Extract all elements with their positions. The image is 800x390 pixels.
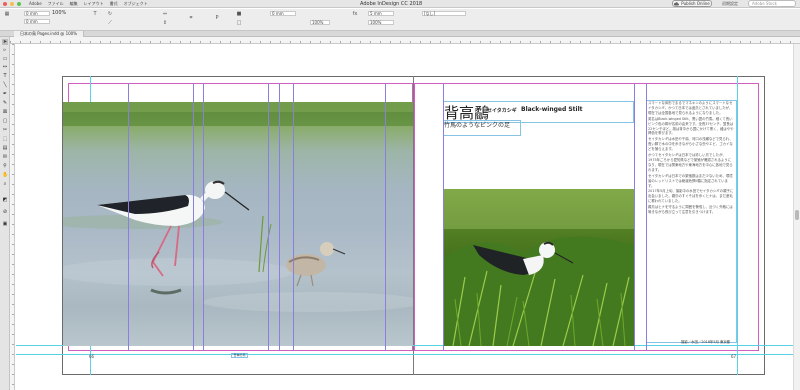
zoom-tool-icon[interactable]: ⌕ bbox=[2, 181, 8, 187]
horizontal-ruler[interactable] bbox=[10, 37, 800, 44]
stilt-in-grass-image bbox=[443, 189, 635, 346]
view-mode-icon[interactable]: ▣ bbox=[2, 221, 8, 227]
vertical-scrollbar[interactable] bbox=[793, 44, 800, 390]
column-guide bbox=[646, 83, 647, 351]
vertical-ruler[interactable] bbox=[10, 44, 15, 390]
eyedropper-tool-icon[interactable]: ⚲ bbox=[2, 163, 8, 169]
menu-item[interactable]: Adobe bbox=[29, 1, 42, 7]
zoom-window-icon[interactable] bbox=[17, 1, 21, 6]
rotate-icon[interactable]: ↻ bbox=[107, 11, 113, 17]
page-tool-icon[interactable]: ▭ bbox=[2, 56, 8, 62]
reference-point-icon[interactable]: ▦ bbox=[4, 11, 10, 17]
column-guide bbox=[193, 83, 194, 351]
width-field[interactable]: 5 mm bbox=[368, 11, 394, 16]
scroll-thumb[interactable] bbox=[795, 210, 799, 220]
menu-item[interactable]: 編集 bbox=[70, 1, 78, 7]
body-paragraph: 親鳥はヒナを守るように周囲を警戒し、近づく外敵には鳴きながら飛び立って注意を引き… bbox=[648, 205, 733, 215]
body-paragraph: セイタカシギは水田や干潟、河口の浅瀬などで見られ、長い脚で水の中を歩きながら小さ… bbox=[648, 137, 733, 152]
column-guide bbox=[443, 83, 444, 351]
effects-icon[interactable]: fx bbox=[352, 11, 358, 17]
running-footer: 日本の鳥 bbox=[231, 353, 248, 358]
body-paragraph: 英名はBlack-winged Stilt、黒い翼の竹馬。細くて長いピンク色の脚… bbox=[648, 116, 734, 136]
rectangle-tool-icon[interactable]: ▢ bbox=[2, 118, 8, 124]
menu-bar: Adobe ファイル 編集 レイアウト 書式 オブジェクト Adobe InDe… bbox=[0, 0, 800, 8]
fill-stroke-icon[interactable]: ◩ bbox=[2, 197, 8, 203]
hand-tool-icon[interactable]: ✋ bbox=[2, 172, 8, 178]
stroke-swatch-icon[interactable]: □ bbox=[236, 20, 242, 26]
photo-credit: 撮影／水田／2018年5月 東京都 bbox=[681, 340, 731, 344]
text-frame-icon[interactable]: T bbox=[92, 11, 98, 17]
article-title-english: Black-winged Stilt bbox=[521, 106, 583, 113]
opacity-field[interactable]: 100% bbox=[310, 20, 330, 25]
selection-tool-icon[interactable]: ➤ bbox=[2, 39, 8, 45]
column-guide bbox=[203, 83, 204, 351]
folio-left: 66 bbox=[89, 354, 95, 359]
app-title: Adobe InDesign CC 2018 bbox=[360, 1, 423, 7]
publish-label: Publish Online bbox=[681, 1, 710, 6]
help-search-input[interactable]: Adobe Stock bbox=[748, 0, 796, 7]
gradient-tool-icon[interactable]: ▤ bbox=[2, 145, 8, 151]
folio-right: 67 bbox=[731, 354, 737, 359]
article-title-kana: セイタカシギ bbox=[487, 108, 517, 114]
column-guide bbox=[293, 83, 294, 351]
stroke-weight-field[interactable]: 0 mm bbox=[270, 11, 296, 16]
x-position-field[interactable]: 0 mm bbox=[24, 11, 50, 16]
selection-container-icon[interactable]: ⌗ bbox=[188, 15, 194, 21]
control-panel: 100% ▦ 0 mm 0 mm T ↻ ⟋ ⇔ ⇕ ⌗ P ■ □ 0 mm … bbox=[0, 9, 800, 31]
y-position-field[interactable]: 0 mm bbox=[24, 19, 50, 24]
column-guide bbox=[634, 83, 635, 351]
pen-tool-icon[interactable]: ✒ bbox=[2, 91, 8, 97]
window-controls bbox=[3, 1, 21, 6]
workspace-switcher[interactable]: 初期設定 bbox=[722, 1, 738, 7]
app-menus: Adobe ファイル 編集 レイアウト 書式 オブジェクト bbox=[29, 1, 148, 7]
pencil-tool-icon[interactable]: ✎ bbox=[2, 100, 8, 106]
paragraph-icon[interactable]: P bbox=[214, 15, 220, 21]
article-body: スマートな体形でまるでマネキンのようにスマートなセイタカシギ。かつて日本では迷鳥… bbox=[648, 101, 734, 216]
flip-horizontal-icon[interactable]: ⇔ bbox=[162, 11, 168, 17]
column-guide bbox=[385, 83, 386, 351]
scissors-tool-icon[interactable]: ✂ bbox=[2, 127, 8, 133]
gap-tool-icon[interactable]: ↔ bbox=[2, 64, 8, 70]
stilt-photo-right[interactable] bbox=[443, 189, 635, 346]
zoom-level[interactable]: 100% bbox=[52, 10, 66, 16]
menu-item[interactable]: オブジェクト bbox=[124, 1, 148, 7]
article-subtitle: 竹馬のようなピンクの足 bbox=[444, 122, 511, 129]
type-tool-icon[interactable]: T bbox=[2, 73, 8, 79]
publish-online-button[interactable]: Publish Online bbox=[672, 0, 712, 7]
note-tool-icon[interactable]: ✉ bbox=[2, 154, 8, 160]
close-window-icon[interactable] bbox=[3, 1, 7, 6]
body-paragraph: セイタカシギは日本での繁殖数はまだ少ないため、環境省のレッドリストでは絶滅危惧I… bbox=[648, 173, 733, 188]
column-guide bbox=[268, 83, 269, 351]
horizontal-guide[interactable] bbox=[16, 354, 793, 355]
column-guide bbox=[128, 83, 129, 351]
apply-none-icon[interactable]: ⊘ bbox=[2, 209, 8, 215]
fill-swatch-icon[interactable]: ■ bbox=[236, 11, 242, 17]
line-tool-icon[interactable]: ╲ bbox=[2, 82, 8, 88]
free-transform-tool-icon[interactable]: ⬚ bbox=[2, 136, 8, 142]
body-paragraph: かつてセイタカシギは日本では珍しい鳥でしたが、1975年ごろから愛知県などで繁殖… bbox=[648, 153, 733, 172]
flip-vertical-icon[interactable]: ⇕ bbox=[162, 20, 168, 26]
body-paragraph: スマートな体形でまるでマネキンのようにスマートなセイタカシギ。かつて日本では迷鳥… bbox=[648, 101, 733, 115]
menu-item[interactable]: レイアウト bbox=[84, 1, 104, 7]
stilt-pair-image bbox=[63, 102, 413, 312]
height-field[interactable]: 100% bbox=[368, 20, 394, 25]
object-style-select[interactable]: [なし] bbox=[422, 11, 466, 16]
vertical-guide[interactable] bbox=[737, 76, 738, 375]
direct-selection-tool-icon[interactable]: ▹ bbox=[2, 47, 8, 53]
column-guide bbox=[279, 83, 280, 351]
rectangle-frame-tool-icon[interactable]: ⊠ bbox=[2, 109, 8, 115]
stilt-photo-left[interactable] bbox=[63, 102, 413, 346]
menu-item[interactable]: 書式 bbox=[110, 1, 118, 7]
menu-item[interactable]: ファイル bbox=[48, 1, 64, 7]
cloud-icon bbox=[674, 1, 680, 5]
body-paragraph: 2017年5月上旬、撮影中の水田でセイタカシギの親子に出会いました。親鳥のすぐそ… bbox=[648, 189, 734, 204]
minimize-window-icon[interactable] bbox=[10, 1, 14, 6]
search-placeholder: Adobe Stock bbox=[752, 1, 777, 6]
tools-panel: ➤ ▹ ▭ ↔ T ╲ ✒ ✎ ⊠ ▢ ✂ ⬚ ▤ ✉ ⚲ ✋ ⌕ ◩ ⊘ ▣ bbox=[0, 37, 10, 390]
shear-icon[interactable]: ⟋ bbox=[107, 20, 113, 26]
